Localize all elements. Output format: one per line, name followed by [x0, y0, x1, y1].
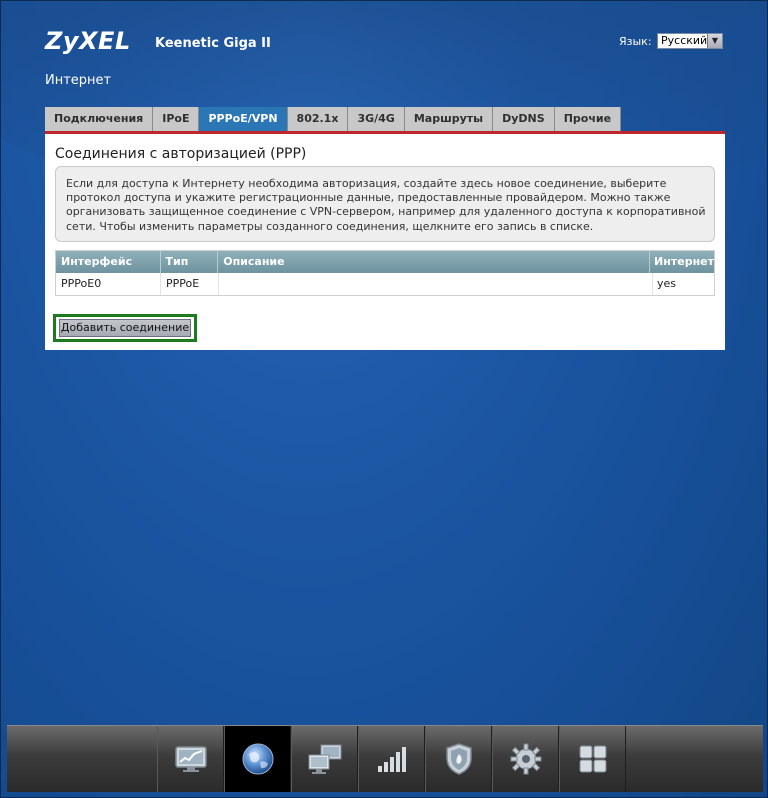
model-name: Keenetic Giga II [155, 36, 271, 51]
dock-item-settings[interactable] [492, 726, 559, 792]
table-row[interactable]: PPPoE0 PPPoE yes [56, 273, 714, 295]
info-box: Если для доступа к Интернету необходима … [55, 166, 715, 242]
globe-icon [242, 743, 273, 775]
tab-bar: Подключения IPoE PPPoE/VPN 802.1x 3G/4G … [45, 107, 622, 131]
dock-item-wifi[interactable] [358, 726, 425, 792]
network-computers-icon [308, 744, 341, 774]
tab-other[interactable]: Прочие [554, 107, 622, 131]
tab-dydns[interactable]: DyDNS [493, 107, 555, 131]
dock-item-home-network[interactable] [291, 726, 358, 792]
cell-type: PPPoE [161, 273, 219, 295]
add-connection-button[interactable]: Добавить соединение [59, 319, 191, 337]
monitor-chart-icon [174, 746, 207, 772]
cell-internet: yes [657, 277, 677, 290]
language-select-value: Русский [661, 34, 708, 47]
language-label: Язык: [619, 35, 652, 48]
table-header: Интерфейс Тип Описание Интернет [56, 251, 714, 273]
connections-table: Интерфейс Тип Описание Интернет PPPoE0 P… [55, 250, 715, 296]
chevron-down-icon[interactable]: ▼ [707, 34, 722, 48]
column-header-interface[interactable]: Интерфейс [56, 251, 161, 273]
column-header-internet[interactable]: Интернет [650, 251, 714, 273]
dock-item-system-monitor[interactable] [157, 726, 224, 792]
tab-802-1x[interactable]: 802.1x [287, 107, 349, 131]
add-button-highlight: Добавить соединение [53, 314, 197, 342]
dock-item-applications[interactable] [559, 726, 626, 792]
tab-pppoe-vpn[interactable]: PPPoE/VPN [199, 107, 288, 131]
content-panel: Соединения с авторизацией (PPP) Если для… [45, 134, 725, 350]
tab-connections[interactable]: Подключения [45, 107, 154, 131]
tab-routes[interactable]: Маршруты [404, 107, 494, 131]
column-header-type[interactable]: Тип [161, 251, 219, 273]
gear-icon [510, 743, 541, 775]
page-title: Интернет [45, 73, 112, 88]
section-title: Соединения с авторизацией (PPP) [55, 146, 307, 162]
bottom-dock [7, 725, 763, 792]
dock-item-internet[interactable] [224, 726, 291, 792]
apps-grid-icon [579, 745, 606, 773]
shield-icon [445, 743, 472, 775]
tab-3g-4g[interactable]: 3G/4G [348, 107, 405, 131]
cell-description [219, 273, 653, 295]
dock-item-security[interactable] [425, 726, 492, 792]
router-admin-window: ZyXEL Keenetic Giga II Язык: Русский ▼ И… [0, 0, 768, 798]
header: ZyXEL Keenetic Giga II Язык: Русский ▼ И… [1, 1, 767, 101]
zyxel-logo: ZyXEL [45, 27, 131, 55]
cell-interface: PPPoE0 [56, 273, 161, 295]
signal-bars-icon [377, 747, 406, 772]
tab-underline [45, 131, 725, 134]
column-header-description[interactable]: Описание [218, 251, 651, 273]
tab-ipoe[interactable]: IPoE [153, 107, 200, 131]
language-select[interactable]: Русский ▼ [657, 33, 723, 49]
